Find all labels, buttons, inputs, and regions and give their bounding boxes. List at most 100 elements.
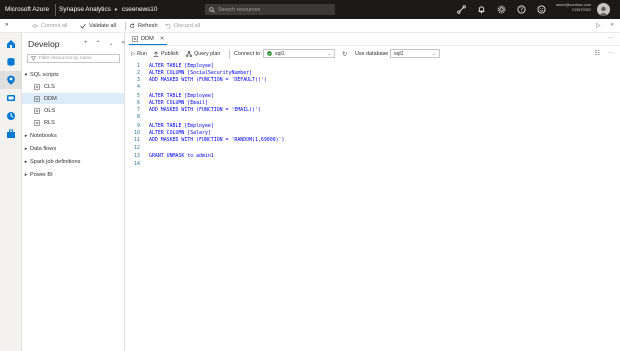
data-icon[interactable] <box>0 53 22 71</box>
help-icon[interactable]: ? <box>516 4 527 15</box>
line-number: 4 <box>137 84 140 90</box>
refresh-icon <box>129 23 135 29</box>
filter-icon <box>31 56 36 61</box>
tree-script-ols[interactable]: OLS <box>22 105 124 116</box>
tree-label: SQL scripts <box>30 71 59 78</box>
upload-icon <box>153 51 159 57</box>
top-bar: Microsoft Azure Synapse Analytics ▸ csee… <box>0 0 620 19</box>
code-text: ALTER TABLE [Employee] <box>149 93 214 99</box>
sql-file-icon <box>132 36 138 42</box>
code-text: ADD MASKED WITH (FUNCTION = 'RANDOM(1,69… <box>149 137 285 143</box>
refresh-button[interactable]: Refresh <box>129 23 158 29</box>
user-info[interactable]: azure@contoso.com CONTOSO <box>545 3 591 13</box>
settings-icon[interactable] <box>496 4 507 15</box>
close-icon[interactable]: ✕ <box>160 36 165 42</box>
more-icon[interactable]: ··· <box>608 50 614 57</box>
avatar[interactable] <box>597 3 610 16</box>
azure-brand[interactable]: Microsoft Azure <box>0 6 52 13</box>
tree-label: RLS <box>44 119 55 126</box>
sql-file-icon <box>34 83 40 90</box>
tree-spark-jobs[interactable]: ▸ Spark job definitions <box>22 156 124 167</box>
line-number: 14 <box>134 161 140 167</box>
code-line: 11 ADD MASKED WITH (FUNCTION = 'RANDOM(1,… <box>125 137 620 144</box>
chevron-down-icon: ▾ <box>24 71 28 78</box>
person-icon <box>599 6 608 16</box>
tab-ddm[interactable]: DDM ✕ <box>129 34 168 45</box>
code-text: ALTER COLUMN [Email] <box>149 100 208 106</box>
integrate-icon[interactable] <box>0 89 22 107</box>
filter-input[interactable]: Filter resources by name <box>27 54 120 63</box>
line-number: 3 <box>137 77 140 83</box>
refresh-icon[interactable]: ↻ <box>342 50 347 58</box>
pipeline-icon[interactable] <box>456 4 467 15</box>
manage-icon[interactable] <box>0 125 22 143</box>
play-icon[interactable]: ▷ <box>596 22 601 29</box>
tree-sql-scripts[interactable]: ▾ SQL scripts <box>22 69 124 80</box>
commit-icon <box>32 24 38 28</box>
editor-toolbar: ▷ Run Publish Query plan Connect to sql1… <box>125 47 620 61</box>
bell-icon[interactable] <box>476 4 487 15</box>
line-number: 13 <box>134 153 140 159</box>
run-label: Run <box>137 51 148 57</box>
run-button[interactable]: ▷ Run <box>131 51 147 57</box>
collapse-all-icon[interactable]: ⌃ <box>96 40 101 47</box>
code-line: 9 ALTER TABLE [Employee] <box>125 123 620 130</box>
chevron-down-icon: ⌄ <box>327 50 331 56</box>
query-plan-label: Query plan <box>194 51 221 57</box>
code-line: 3 ADD MASKED WITH (FUNCTION = 'DEFAULT()'… <box>125 77 620 84</box>
chevron-right-icon: ▸ <box>24 171 28 178</box>
validate-all-button[interactable]: Validate all <box>80 23 116 29</box>
use-database-label: Use database <box>355 51 389 57</box>
tree-data-flows[interactable]: ▸ Data flows <box>22 143 124 154</box>
tree-label: Notebooks <box>30 132 57 139</box>
line-number: 8 <box>137 114 140 120</box>
expand-icon[interactable]: » <box>5 22 8 28</box>
publish-button[interactable]: Publish <box>153 51 179 57</box>
refresh-label: Refresh <box>138 23 158 29</box>
expand-all-icon[interactable]: ⌄ <box>109 40 114 47</box>
search-box[interactable]: Search resources <box>205 4 335 15</box>
tree-label: OLS <box>44 107 56 114</box>
tree-notebooks[interactable]: ▸ Notebooks <box>22 130 124 141</box>
commit-all-button[interactable]: Commit all <box>32 23 67 29</box>
develop-icon[interactable] <box>0 71 22 89</box>
chevron-right-icon: ▸ <box>114 7 118 13</box>
line-number: 6 <box>137 100 140 106</box>
tree-label: Power BI <box>30 171 53 178</box>
divider <box>55 3 56 16</box>
tree-script-cls[interactable]: CLS <box>22 81 124 92</box>
use-database-value: sql1 <box>394 50 404 57</box>
develop-panel: Develop + ⌃ ⌄ « Filter resources by name… <box>22 33 125 351</box>
line-number: 7 <box>137 107 140 113</box>
tree-script-rls[interactable]: RLS <box>22 117 124 128</box>
tree-script-ddm[interactable]: DDM <box>22 93 124 104</box>
tree-power-bi[interactable]: ▸ Power BI <box>22 169 124 180</box>
connect-to-value: sql1 <box>275 50 285 57</box>
code-line: 4 <box>125 84 620 91</box>
workspace-name[interactable]: cseenews10 <box>122 6 158 13</box>
add-icon[interactable]: + <box>84 40 88 47</box>
code-text: ALTER TABLE [Employee] <box>149 123 214 129</box>
properties-icon[interactable]: ☷ <box>595 50 600 57</box>
chevron-right-icon: ▸ <box>24 145 28 152</box>
home-icon[interactable] <box>0 35 22 53</box>
product-name[interactable]: Synapse Analytics <box>59 6 111 13</box>
code-text: ADD MASKED WITH (FUNCTION = 'EMAIL()') <box>149 107 261 113</box>
collapse-icon[interactable]: « <box>611 22 614 29</box>
use-database-select[interactable]: sql1 ⌄ <box>390 49 440 58</box>
more-icon[interactable]: ··· <box>608 35 614 41</box>
connected-icon <box>267 51 272 56</box>
line-number: 11 <box>134 137 140 143</box>
sql-file-icon <box>34 95 40 102</box>
discard-all-button[interactable]: Discard all <box>165 23 200 29</box>
chevron-right-icon: ▸ <box>24 158 28 165</box>
discard-all-label: Discard all <box>174 23 201 29</box>
query-plan-button[interactable]: Query plan <box>186 51 220 57</box>
code-line: 7 ADD MASKED WITH (FUNCTION = 'EMAIL()') <box>125 107 620 114</box>
connect-to-select[interactable]: sql1 ⌄ <box>263 49 335 58</box>
divider <box>229 50 230 59</box>
code-line: 5 ALTER TABLE [Employee] <box>125 93 620 100</box>
sql-file-icon <box>34 107 40 114</box>
monitor-icon[interactable] <box>0 107 22 125</box>
checkmark-icon <box>80 23 86 29</box>
